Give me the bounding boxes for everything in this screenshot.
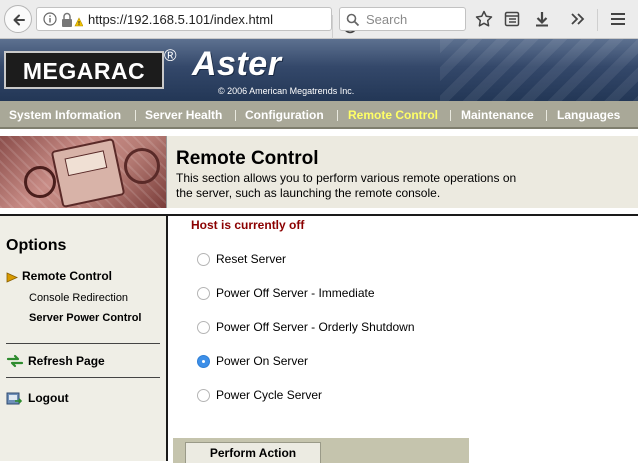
host-status-message: Host is currently off xyxy=(191,218,305,232)
back-button[interactable] xyxy=(4,5,32,33)
nav-configuration[interactable]: Configuration xyxy=(245,108,324,122)
header-banner: MEGARAC ® Aster © 2006 American Megatren… xyxy=(0,39,638,101)
search-icon xyxy=(346,13,360,27)
nav-divider xyxy=(450,110,451,121)
refresh-page-link[interactable]: Refresh Page xyxy=(28,354,105,368)
sidebar-item-remote-control[interactable]: Remote Control xyxy=(22,269,112,283)
copyright-text: © 2006 American Megatrends Inc. xyxy=(218,86,355,96)
insecure-lock-icon[interactable] xyxy=(61,12,83,28)
nav-system-information[interactable]: System Information xyxy=(9,108,121,122)
nav-server-health[interactable]: Server Health xyxy=(145,108,222,122)
back-arrow-icon xyxy=(13,14,25,26)
search-placeholder: Search xyxy=(366,12,408,27)
url-divider xyxy=(332,15,333,39)
radio-power-cycle-server[interactable] xyxy=(197,389,210,402)
nav-divider xyxy=(546,110,547,121)
bookmark-star-icon[interactable] xyxy=(474,9,494,29)
logout-link[interactable]: Logout xyxy=(28,391,69,405)
search-input[interactable]: Search xyxy=(339,7,466,31)
option-label[interactable]: Reset Server xyxy=(216,252,286,266)
radio-power-off-orderly[interactable] xyxy=(197,321,210,334)
registered-mark: ® xyxy=(164,46,177,65)
url-text[interactable]: https://192.168.5.101/index.html xyxy=(88,12,273,27)
browser-toolbar: https://192.168.5.101/index.html Search xyxy=(0,0,638,39)
radio-power-on-server[interactable] xyxy=(197,355,210,368)
radio-reset-server[interactable] xyxy=(197,253,210,266)
page-header: Remote Control This section allows you t… xyxy=(0,136,638,208)
perform-action-button[interactable]: Perform Action xyxy=(185,442,321,463)
sidebar-divider xyxy=(6,343,160,344)
nav-languages[interactable]: Languages xyxy=(557,108,620,122)
header-divider xyxy=(166,136,167,208)
page-description: This section allows you to perform vario… xyxy=(176,171,517,200)
option-label[interactable]: Power On Server xyxy=(216,354,308,368)
sidebar-item-console-redirection[interactable]: Console Redirection xyxy=(29,292,128,304)
sidebar: Options Remote Control Console Redirecti… xyxy=(0,214,166,461)
product-name: Aster xyxy=(192,45,282,83)
top-nav: System Information Server Health Configu… xyxy=(0,101,638,129)
arrow-right-icon xyxy=(6,272,18,283)
nav-maintenance[interactable]: Maintenance xyxy=(461,108,534,122)
toolbar-divider xyxy=(597,9,598,31)
logout-icon[interactable] xyxy=(6,391,23,406)
option-label[interactable]: Power Cycle Server xyxy=(216,388,322,402)
action-bar: Perform Action xyxy=(173,438,469,463)
info-icon[interactable] xyxy=(43,12,57,26)
nav-remote-control[interactable]: Remote Control xyxy=(348,108,438,122)
nav-divider xyxy=(235,110,236,121)
nav-divider xyxy=(337,110,338,121)
sidebar-divider xyxy=(6,377,160,378)
multimeter-image xyxy=(0,136,166,208)
download-icon[interactable] xyxy=(532,9,552,29)
refresh-icon[interactable] xyxy=(6,354,24,368)
address-bar[interactable]: https://192.168.5.101/index.html xyxy=(36,7,357,39)
power-control-panel: Host is currently off Reset Server Power… xyxy=(166,214,638,463)
sidebar-heading: Options xyxy=(6,237,67,254)
option-label[interactable]: Power Off Server - Immediate xyxy=(216,286,375,300)
radio-power-off-immediate[interactable] xyxy=(197,287,210,300)
page-title: Remote Control xyxy=(176,148,319,169)
logo-text: MEGARAC xyxy=(22,58,146,84)
option-label[interactable]: Power Off Server - Orderly Shutdown xyxy=(216,320,415,334)
reading-list-icon[interactable] xyxy=(502,9,522,29)
hamburger-menu-icon[interactable] xyxy=(608,9,628,29)
nav-divider xyxy=(135,110,136,121)
overflow-chevron-icon[interactable] xyxy=(568,9,588,29)
sidebar-item-server-power-control[interactable]: Server Power Control xyxy=(29,312,141,324)
banner-decoration xyxy=(440,39,638,101)
megarac-logo: MEGARAC xyxy=(4,51,164,89)
